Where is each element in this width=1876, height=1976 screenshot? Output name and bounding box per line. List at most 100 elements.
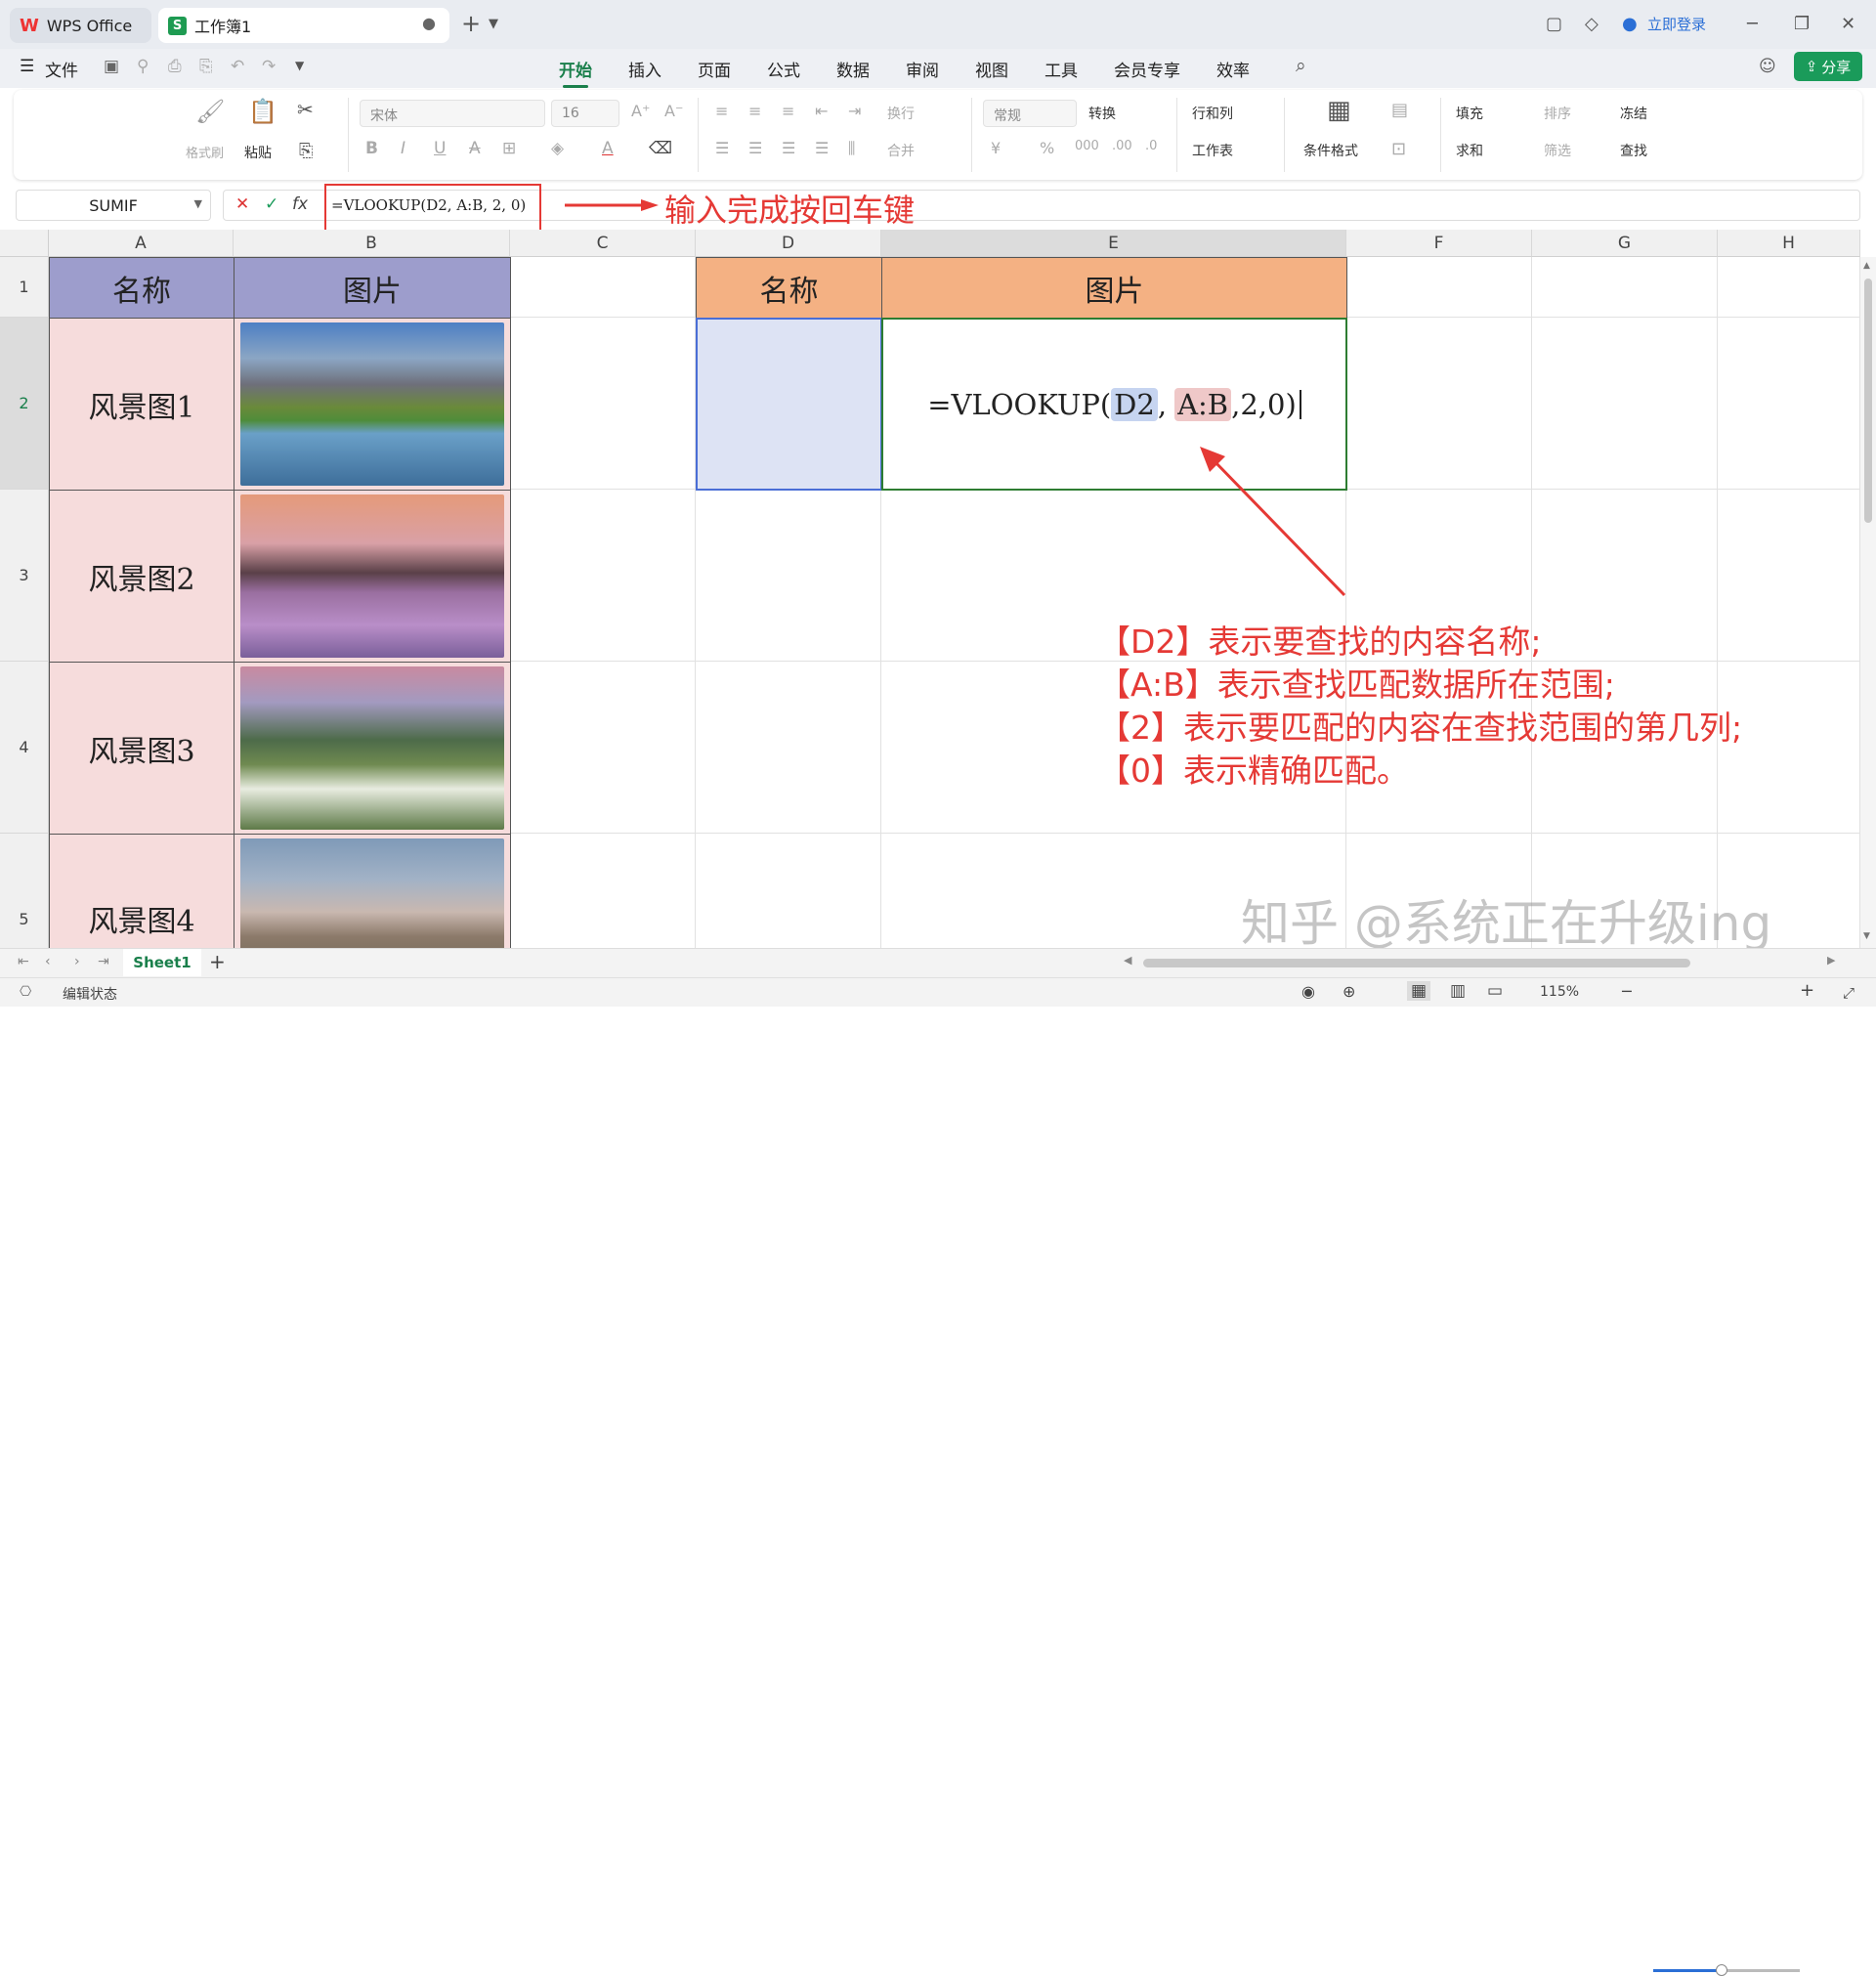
- align-right-icon[interactable]: ☰: [782, 139, 795, 157]
- align-top-icon[interactable]: ≡: [715, 102, 728, 120]
- scroll-right-icon[interactable]: ▶: [1827, 954, 1835, 967]
- scroll-left-icon[interactable]: ◀: [1124, 954, 1131, 967]
- fill-color-icon[interactable]: ◈: [551, 139, 564, 158]
- col-header-h[interactable]: H: [1718, 230, 1860, 257]
- cell-d4[interactable]: [696, 662, 881, 834]
- cell-g1[interactable]: [1532, 257, 1718, 318]
- cell-a3[interactable]: 风景图2: [49, 490, 234, 663]
- cell-c4[interactable]: [510, 662, 696, 834]
- file-menu[interactable]: 文件: [45, 57, 78, 81]
- row-header-2[interactable]: 2: [0, 318, 49, 490]
- page-layout-view-icon[interactable]: ▥: [1450, 981, 1466, 1001]
- menu-item-insert[interactable]: 插入: [628, 57, 661, 81]
- menu-item-tools[interactable]: 工具: [1045, 57, 1078, 81]
- currency-icon[interactable]: ¥: [991, 139, 1001, 157]
- print-preview-icon[interactable]: ⎘: [199, 57, 213, 76]
- row-header-4[interactable]: 4: [0, 662, 49, 834]
- sort-button[interactable]: 排序: [1544, 104, 1571, 123]
- font-color-icon[interactable]: A: [602, 139, 614, 158]
- cell-g2[interactable]: [1532, 318, 1718, 490]
- conditional-format-icon[interactable]: ▦: [1327, 96, 1351, 125]
- wrap-text-button[interactable]: 换行: [887, 104, 915, 123]
- row-col-button[interactable]: 行和列: [1192, 104, 1233, 123]
- horizontal-scroll-thumb[interactable]: [1143, 959, 1690, 967]
- zoom-out-icon[interactable]: ─: [1622, 982, 1632, 1001]
- col-header-e[interactable]: E: [881, 230, 1346, 257]
- font-size-select[interactable]: 16: [551, 100, 619, 127]
- cube-icon[interactable]: ◇: [1585, 14, 1599, 34]
- menu-item-review[interactable]: 审阅: [906, 57, 939, 81]
- menu-item-view[interactable]: 视图: [975, 57, 1008, 81]
- cell-e1[interactable]: 图片: [881, 257, 1347, 319]
- col-header-c[interactable]: C: [510, 230, 696, 257]
- first-sheet-icon[interactable]: ⇤: [18, 954, 29, 969]
- freeze-button[interactable]: 冻结: [1620, 104, 1647, 123]
- cell-c3[interactable]: [510, 490, 696, 662]
- underline-icon[interactable]: U: [434, 139, 446, 158]
- fill-button[interactable]: 填充: [1456, 104, 1483, 123]
- align-left-icon[interactable]: ☰: [715, 139, 729, 157]
- print-icon[interactable]: ⎙: [168, 57, 182, 76]
- cell-b4[interactable]: [234, 662, 511, 835]
- number-format-select[interactable]: 常规: [983, 100, 1077, 127]
- chat-icon[interactable]: ☺: [1759, 57, 1776, 76]
- redo-icon[interactable]: ↷: [262, 57, 276, 76]
- cell-b2[interactable]: [234, 318, 511, 491]
- eye-protection-icon[interactable]: ◉: [1301, 982, 1315, 1001]
- macro-icon[interactable]: ⎔: [20, 984, 31, 1000]
- format-painter-label[interactable]: 格式刷: [186, 143, 224, 161]
- font-grow-icon[interactable]: A⁺: [631, 102, 650, 120]
- cell-d3[interactable]: [696, 490, 881, 662]
- worksheet-button[interactable]: 工作表: [1192, 141, 1233, 160]
- cell-a5[interactable]: 风景图4: [49, 834, 234, 948]
- search-icon[interactable]: ⌕: [1296, 55, 1306, 76]
- menu-item-formula[interactable]: 公式: [767, 57, 800, 81]
- cancel-icon[interactable]: ✕: [235, 194, 249, 214]
- decrease-decimal-icon[interactable]: .0: [1145, 139, 1157, 153]
- border-icon[interactable]: ⊞: [502, 139, 516, 158]
- col-header-b[interactable]: B: [234, 230, 510, 257]
- undo-icon[interactable]: ↶: [231, 57, 244, 76]
- filter-button[interactable]: 筛选: [1544, 141, 1571, 160]
- cell-h2[interactable]: [1718, 318, 1860, 490]
- col-header-a[interactable]: A: [49, 230, 234, 257]
- window-layout-icon[interactable]: ▢: [1546, 14, 1562, 34]
- italic-icon[interactable]: I: [401, 139, 405, 158]
- minimize-icon[interactable]: ─: [1747, 14, 1758, 34]
- menu-item-member[interactable]: 会员专享: [1114, 57, 1180, 81]
- fullscreen-icon[interactable]: ⤢: [1843, 984, 1855, 1002]
- cell-a4[interactable]: 风景图3: [49, 662, 234, 835]
- sheet-tab-sheet1[interactable]: Sheet1: [123, 949, 201, 976]
- confirm-icon[interactable]: ✓: [265, 194, 278, 214]
- unsaved-dot-icon[interactable]: ●: [422, 14, 436, 32]
- scroll-down-icon[interactable]: ▼: [1863, 931, 1870, 941]
- strikethrough-icon[interactable]: A: [469, 139, 481, 158]
- paste-button[interactable]: 粘贴: [244, 143, 272, 162]
- scroll-up-icon[interactable]: ▲: [1863, 261, 1870, 271]
- cell-f2[interactable]: [1346, 318, 1532, 490]
- menu-item-efficiency[interactable]: 效率: [1216, 57, 1250, 81]
- vertical-scrollbar[interactable]: ▲ ▼: [1860, 257, 1876, 948]
- tab-wps-office[interactable]: W WPS Office: [10, 8, 151, 43]
- zoom-level[interactable]: 115%: [1540, 984, 1579, 1000]
- normal-view-icon[interactable]: ▦: [1407, 981, 1431, 1001]
- menu-icon[interactable]: ☰: [20, 57, 34, 76]
- name-box[interactable]: SUMIF ▼: [16, 190, 211, 221]
- cut-icon[interactable]: ✂: [297, 98, 314, 121]
- spreadsheet-grid[interactable]: A B C D E F G H 1 2 3 4 5 名称 图片 风景图1 风景图…: [0, 230, 1860, 948]
- row-header-5[interactable]: 5: [0, 834, 49, 948]
- align-middle-icon[interactable]: ≡: [748, 102, 761, 120]
- distribute-icon[interactable]: ⫼: [848, 139, 855, 158]
- cell-a2[interactable]: 风景图1: [49, 318, 234, 491]
- cell-a1[interactable]: 名称: [49, 257, 234, 319]
- merge-button[interactable]: 合并: [887, 141, 915, 160]
- cell-d2-highlighted[interactable]: [696, 318, 882, 491]
- select-all-corner[interactable]: [0, 230, 49, 257]
- eraser-icon[interactable]: ⌫: [649, 139, 672, 158]
- col-header-d[interactable]: D: [696, 230, 881, 257]
- sum-button[interactable]: 求和: [1456, 141, 1483, 160]
- cell-style-icon[interactable]: ▤: [1391, 100, 1408, 120]
- cell-b5[interactable]: [234, 834, 511, 948]
- menu-item-data[interactable]: 数据: [836, 57, 870, 81]
- prev-sheet-icon[interactable]: ‹: [45, 954, 51, 969]
